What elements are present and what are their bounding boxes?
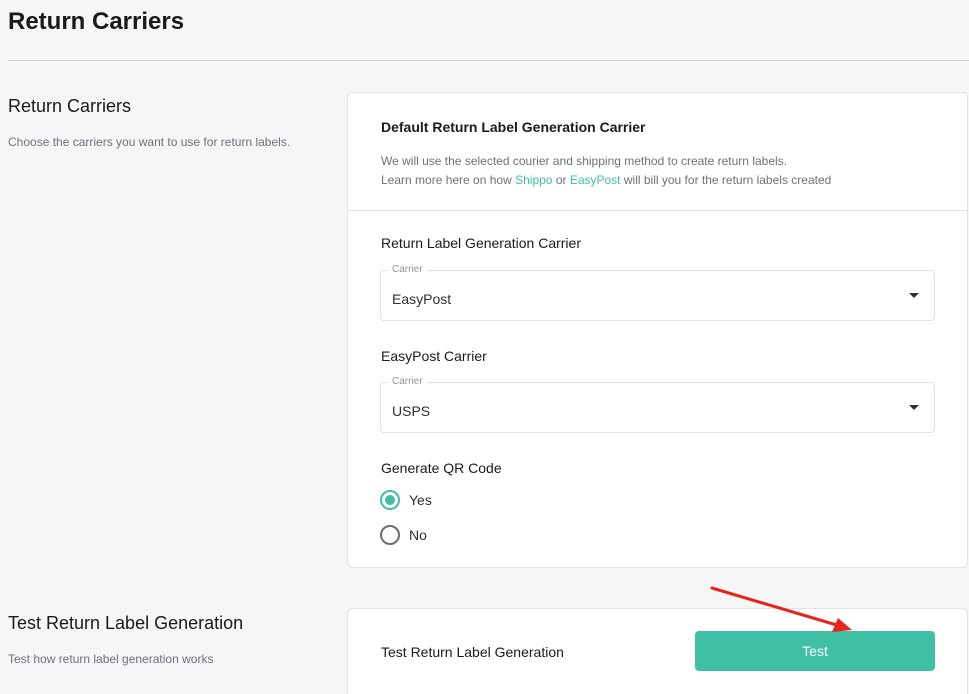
radio-unchecked-icon[interactable] bbox=[380, 525, 400, 545]
easypost-carrier-label: EasyPost Carrier bbox=[381, 348, 487, 364]
section-description-test: Test how return label generation works bbox=[8, 652, 214, 666]
arrow-head bbox=[832, 618, 852, 632]
card-header: Default Return Label Generation Carrier … bbox=[348, 93, 967, 211]
carrier-select-legend: Carrier bbox=[388, 264, 427, 275]
line2-before: Learn more here on how bbox=[381, 173, 512, 187]
line2-or: or bbox=[555, 173, 567, 187]
carrier-select[interactable]: Carrier EasyPost bbox=[380, 264, 935, 321]
test-card-label: Test Return Label Generation bbox=[381, 644, 564, 660]
test-card: Test Return Label Generation Test bbox=[347, 608, 968, 694]
qr-option-no-label: No bbox=[409, 527, 427, 543]
line2-after: will bill you for the return labels crea… bbox=[623, 173, 832, 187]
carrier-select-value: EasyPost bbox=[392, 291, 452, 307]
section-title-return-carriers: Return Carriers bbox=[8, 96, 132, 116]
shippo-link[interactable]: Shippo bbox=[515, 173, 552, 187]
radio-checked-icon[interactable] bbox=[380, 490, 400, 510]
easypost-select-legend: Carrier bbox=[388, 376, 427, 387]
chevron-down-icon bbox=[909, 405, 919, 410]
header-divider bbox=[8, 60, 969, 61]
easypost-carrier-select[interactable]: Carrier USPS bbox=[380, 376, 935, 433]
qr-option-yes-label: Yes bbox=[409, 492, 432, 508]
chevron-down-icon bbox=[909, 293, 919, 298]
carrier-field-label: Return Label Generation Carrier bbox=[381, 235, 581, 251]
qr-code-label: Generate QR Code bbox=[381, 460, 502, 476]
card-header-line2: Learn more here on how Shippo or EasyPos… bbox=[381, 173, 831, 187]
arrow-shaft bbox=[710, 586, 842, 628]
card-header-line1: We will use the selected courier and shi… bbox=[381, 154, 788, 168]
section-description-return-carriers: Choose the carriers you want to use for … bbox=[8, 135, 291, 149]
page-title: Return Carriers bbox=[8, 8, 185, 35]
red-arrow-icon bbox=[710, 586, 852, 632]
easypost-link[interactable]: EasyPost bbox=[570, 173, 621, 187]
section-title-test: Test Return Label Generation bbox=[8, 613, 244, 633]
card-header-title: Default Return Label Generation Carrier bbox=[381, 119, 646, 135]
easypost-select-value: USPS bbox=[392, 403, 431, 419]
return-carriers-card: Default Return Label Generation Carrier … bbox=[347, 92, 968, 568]
